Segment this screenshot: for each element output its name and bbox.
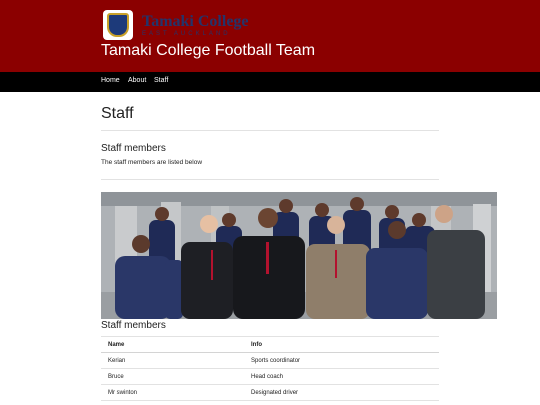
table-header-row: Name Info <box>101 336 439 353</box>
table-cell-name: Mr swinton <box>101 384 244 401</box>
divider <box>101 130 439 131</box>
table-cell-info: Head coach <box>244 368 439 385</box>
school-logo[interactable]: Tamaki College EAST AUCKLAND <box>103 9 249 41</box>
table-cell-info: Designated driver <box>244 384 439 401</box>
table-cell-info: Sports coordinator <box>244 352 439 369</box>
team-photo <box>101 192 497 319</box>
table-row: Kerian Sports coordinator <box>101 352 439 369</box>
table-row: Mr swinton Designated driver <box>101 384 439 401</box>
nav-home-link[interactable]: Home <box>101 77 120 84</box>
nav-about-link[interactable]: About <box>128 77 146 84</box>
site-title[interactable]: Tamaki College Football Team <box>101 42 315 60</box>
section-title: Staff members <box>101 143 166 154</box>
nav-staff-link[interactable]: Staff <box>154 77 168 84</box>
divider <box>101 179 439 180</box>
logo-wordmark: Tamaki College <box>142 12 249 30</box>
table-row: Bruce Head coach <box>101 368 439 385</box>
table-cell-name: Bruce <box>101 368 244 385</box>
masthead: Tamaki College EAST AUCKLAND Tamaki Coll… <box>0 0 540 72</box>
staff-table: Name Info Kerian Sports coordinator Bruc… <box>101 336 439 401</box>
section-title: Staff members <box>101 320 166 331</box>
table-cell-name: Kerian <box>101 352 244 369</box>
table-header-info: Info <box>244 336 439 353</box>
table-header-name: Name <box>101 336 244 353</box>
section-description: The staff members are listed below <box>101 159 203 166</box>
page-title: Staff <box>101 105 134 122</box>
logo-subtitle: EAST AUCKLAND <box>142 30 231 37</box>
school-crest-icon <box>103 10 133 40</box>
main-navbar: Home About Staff <box>0 72 540 92</box>
